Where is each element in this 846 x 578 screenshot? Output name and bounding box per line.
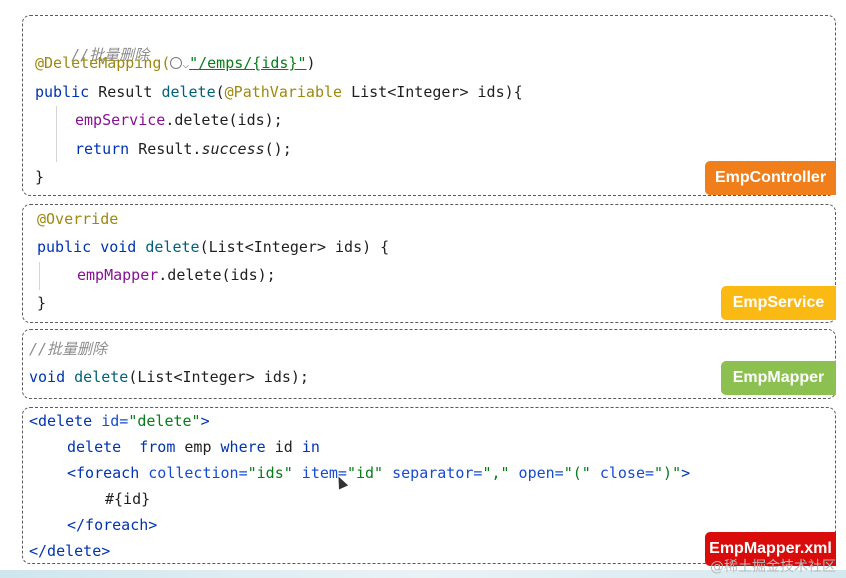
emp-service-badge: EmpService bbox=[721, 286, 836, 320]
xml-line-placeholder: #{id} bbox=[105, 490, 151, 508]
xml-line-delete-open: <delete id="delete"> bbox=[29, 412, 210, 430]
controller-body-line-1: empService.delete(ids); bbox=[75, 111, 283, 129]
controller-close-brace: } bbox=[35, 168, 45, 186]
service-close-brace: } bbox=[37, 294, 47, 312]
indent-guide bbox=[56, 106, 57, 162]
service-body-line: empMapper.delete(ids); bbox=[77, 266, 276, 284]
mapper-code-block: //批量删除 void delete(List<Integer> ids); bbox=[22, 329, 836, 399]
globe-icon[interactable] bbox=[170, 57, 183, 69]
xml-line-delete-close: </delete> bbox=[29, 542, 111, 560]
controller-signature-line: public Result delete(@PathVariable List<… bbox=[35, 83, 523, 101]
emp-mapper-badge: EmpMapper bbox=[721, 361, 836, 395]
controller-body-line-2: return Result.success(); bbox=[75, 140, 292, 158]
service-code-block: @Override public void delete(List<Intege… bbox=[22, 204, 836, 323]
xml-line-foreach-open: <foreach collection="ids" item="id" sepa… bbox=[67, 464, 691, 482]
controller-mapping-line: @DeleteMapping(⌵"/emps/{ids}") bbox=[35, 54, 316, 72]
mapper-comment: //批量删除 bbox=[29, 340, 108, 358]
watermark: @稀土掘金技术社区 bbox=[710, 559, 836, 575]
service-signature-line: public void delete(List<Integer> ids) { bbox=[37, 238, 390, 256]
xml-line-foreach-close: </foreach> bbox=[67, 516, 158, 534]
service-override: @Override bbox=[37, 210, 119, 228]
mapper-signature-line: void delete(List<Integer> ids); bbox=[29, 368, 309, 386]
emp-controller-badge: EmpController bbox=[705, 161, 836, 195]
indent-guide bbox=[39, 262, 40, 290]
xml-line-sql: delete from emp where id in bbox=[67, 438, 320, 456]
